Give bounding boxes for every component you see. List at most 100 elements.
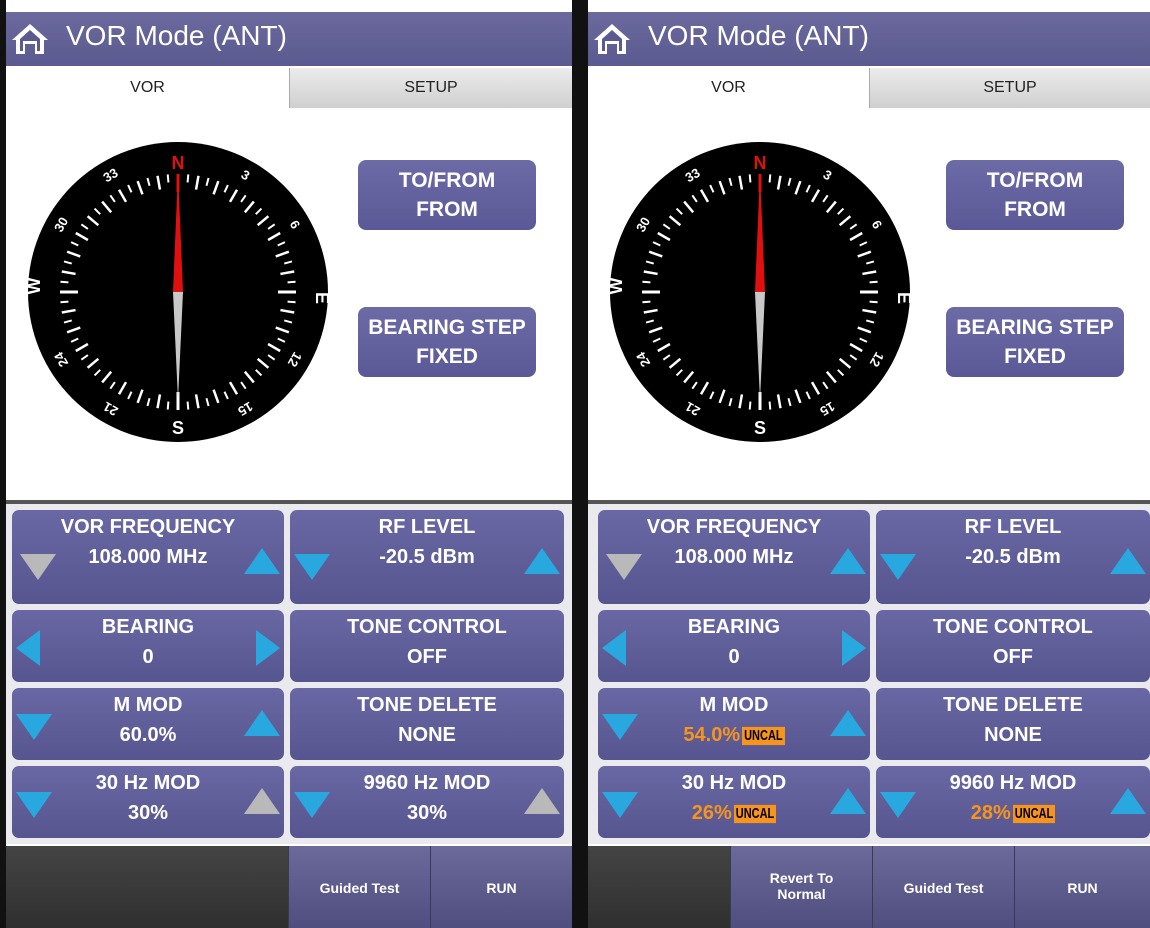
run-button[interactable]: RUN	[430, 846, 572, 928]
vor-frequency-control[interactable]: VOR FREQUENCY 108.000 MHz	[598, 510, 870, 604]
decrease-arrow-icon[interactable]	[16, 714, 52, 740]
vor-panel-right: VOR Mode (ANT) VOR SETUP N S E W 3 6 12 15 2…	[588, 0, 1150, 928]
tab-bar: VOR SETUP	[6, 68, 572, 108]
decrease-arrow-icon[interactable]	[294, 792, 330, 818]
to-from-value: FROM	[1004, 198, 1066, 221]
tone-control-value: OFF	[407, 646, 447, 668]
left-arrow-icon[interactable]	[16, 630, 40, 666]
tone-delete-label: TONE DELETE	[357, 694, 497, 716]
tone-delete-value: NONE	[984, 724, 1042, 746]
mod-9960hz-value-row: 28% UNCAL	[876, 802, 1150, 825]
compass-dial: N S E W 36121521243033	[606, 142, 914, 442]
increase-arrow-icon[interactable]	[1110, 788, 1146, 814]
decrease-arrow-icon[interactable]	[294, 554, 330, 580]
bearing-step-label: BEARING STEP	[368, 316, 526, 339]
increase-arrow-icon[interactable]	[830, 710, 866, 736]
increase-arrow-icon[interactable]	[1110, 548, 1146, 574]
home-button[interactable]	[588, 12, 638, 66]
compass-tick	[186, 401, 190, 410]
bearing-step-button[interactable]: BEARING STEP FIXED	[358, 307, 536, 377]
tab-vor[interactable]: VOR	[6, 68, 289, 108]
revert-line-1: Revert To	[769, 870, 834, 886]
bearing-control[interactable]: BEARING 0	[598, 610, 870, 682]
tab-vor[interactable]: VOR	[588, 68, 869, 108]
mod-9960hz-control[interactable]: 9960 Hz MOD 30%	[290, 766, 564, 838]
decrease-arrow-icon[interactable]	[880, 554, 916, 580]
right-arrow-icon[interactable]	[256, 630, 280, 666]
bearing-step-button[interactable]: BEARING STEP FIXED	[946, 307, 1124, 377]
increase-arrow-icon[interactable]	[524, 788, 560, 814]
tone-control-label: TONE CONTROL	[347, 616, 507, 638]
mod-30hz-value: 26%	[691, 802, 732, 824]
bearing-control[interactable]: BEARING 0	[12, 610, 284, 682]
decrease-arrow-icon[interactable]	[602, 792, 638, 818]
revert-to-normal-button[interactable]: Revert To Normal	[730, 846, 872, 928]
uncal-badge: UNCAL	[733, 804, 777, 823]
increase-arrow-icon[interactable]	[524, 548, 560, 574]
increase-arrow-icon[interactable]	[244, 548, 280, 574]
home-icon	[12, 24, 48, 54]
tab-setup[interactable]: SETUP	[869, 68, 1150, 108]
decrease-arrow-icon[interactable]	[880, 792, 916, 818]
guided-test-button[interactable]: Guided Test	[872, 846, 1014, 928]
increase-arrow-icon[interactable]	[830, 788, 866, 814]
tone-control-control[interactable]: TONE CONTROL OFF	[876, 610, 1150, 682]
increase-arrow-icon[interactable]	[244, 710, 280, 736]
run-label: RUN	[486, 880, 517, 896]
page-title: VOR Mode (ANT)	[648, 20, 869, 51]
run-button[interactable]: RUN	[1014, 846, 1150, 928]
rf-level-control[interactable]: RF LEVEL -20.5 dBm	[290, 510, 564, 604]
rf-level-label: RF LEVEL	[378, 516, 476, 538]
mod-30hz-control[interactable]: 30 Hz MOD 30%	[12, 766, 284, 838]
controls-area: VOR FREQUENCY 108.000 MHz RF LEVEL -20.5…	[588, 504, 1150, 844]
north-label: N	[172, 153, 185, 173]
tone-delete-control[interactable]: TONE DELETE NONE	[876, 688, 1150, 760]
tone-delete-value: NONE	[398, 724, 456, 746]
decrease-arrow-icon[interactable]	[20, 554, 56, 580]
rf-level-control[interactable]: RF LEVEL -20.5 dBm	[876, 510, 1150, 604]
uncal-badge: UNCAL	[1012, 804, 1056, 823]
tone-control-control[interactable]: TONE CONTROL OFF	[290, 610, 564, 682]
mod-9960hz-value: 30%	[406, 802, 448, 824]
guided-test-button[interactable]: Guided Test	[288, 846, 430, 928]
decrease-arrow-icon[interactable]	[16, 792, 52, 818]
revert-label: Revert To Normal	[731, 870, 872, 902]
bearing-label: BEARING	[101, 616, 195, 638]
compass-tick	[642, 280, 651, 284]
increase-arrow-icon[interactable]	[244, 788, 280, 814]
compass-tick	[60, 300, 69, 304]
rf-level-label: RF LEVEL	[964, 516, 1062, 538]
mod-9960hz-label: 9960 Hz MOD	[949, 772, 1077, 794]
revert-line-2: Normal	[777, 886, 826, 902]
compass-tick	[768, 174, 772, 183]
bearing-step-value: FIXED	[1004, 345, 1066, 368]
rf-level-value: -20.5 dBm	[965, 546, 1061, 568]
tone-delete-control[interactable]: TONE DELETE NONE	[290, 688, 564, 760]
decrease-arrow-icon[interactable]	[602, 714, 638, 740]
compass-tick	[869, 280, 878, 284]
m-mod-control[interactable]: M MOD 60.0%	[12, 688, 284, 760]
bottom-bar: Guided Test RUN	[6, 846, 572, 928]
south-label: S	[172, 418, 184, 438]
m-mod-control[interactable]: M MOD 54.0% UNCAL	[598, 688, 870, 760]
increase-arrow-icon[interactable]	[830, 548, 866, 574]
vor-frequency-control[interactable]: VOR FREQUENCY 108.000 MHz	[12, 510, 284, 604]
to-from-button[interactable]: TO/FROM FROM	[946, 160, 1124, 230]
home-icon	[594, 24, 630, 54]
tab-setup[interactable]: SETUP	[289, 68, 572, 108]
compass-dial: N S E W 36121521243033	[24, 142, 332, 442]
decrease-arrow-icon[interactable]	[606, 554, 642, 580]
compass-tick	[287, 280, 296, 284]
compass-tick	[869, 300, 878, 304]
east-label: E	[894, 292, 914, 304]
to-from-button[interactable]: TO/FROM FROM	[358, 160, 536, 230]
right-arrow-icon[interactable]	[842, 630, 866, 666]
to-from-label: TO/FROM	[986, 169, 1084, 192]
tone-delete-label: TONE DELETE	[943, 694, 1083, 716]
home-button[interactable]	[6, 12, 56, 66]
mod-9960hz-control[interactable]: 9960 Hz MOD 28% UNCAL	[876, 766, 1150, 838]
mod-30hz-control[interactable]: 30 Hz MOD 26% UNCAL	[598, 766, 870, 838]
left-arrow-icon[interactable]	[602, 630, 626, 666]
east-label: E	[312, 292, 332, 304]
guided-test-label: Guided Test	[903, 880, 984, 896]
